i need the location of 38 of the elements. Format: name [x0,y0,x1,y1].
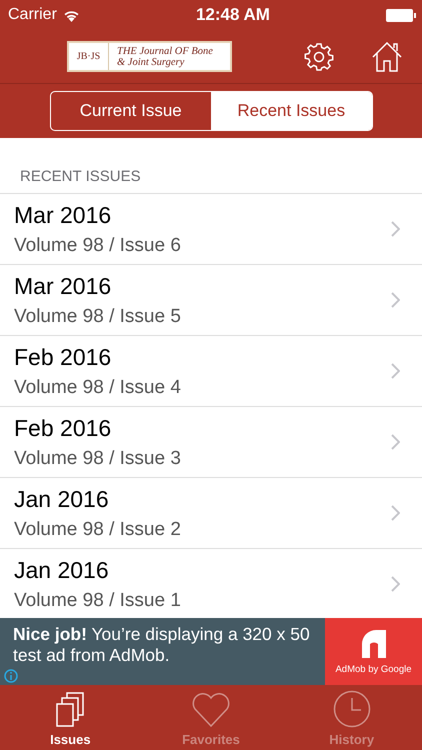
tab-bar-item[interactable]: Issues [0,685,141,750]
settings-icon[interactable] [304,42,334,72]
issue-volume[interactable]: Volume 98 / Issue 4 [14,376,391,398]
chevron-icon [391,221,400,237]
ad-banner[interactable]: Nice job! You’re displaying a 320 x 50 test ad from AdMob. AdMob by Google [0,618,422,685]
issue-date[interactable]: Jan 2016 [14,556,391,584]
heart-icon [191,692,231,728]
issue-date[interactable]: Mar 2016 [14,272,391,300]
issue-volume[interactable]: Volume 98 / Issue 3 [14,448,391,470]
clock-icon [332,690,371,728]
chevron-icon [391,363,400,379]
clock-time: 12:48 AM [196,5,270,25]
segment-tab[interactable]: Recent Issues [211,92,372,130]
issue-date[interactable]: Mar 2016 [14,202,391,228]
wifi-icon [62,8,80,22]
segment-tab[interactable]: Current Issue [50,92,211,130]
issue-volume[interactable]: Volume 98 / Issue 2 [14,518,391,540]
chevron-icon [391,434,400,450]
home-icon[interactable] [372,42,402,72]
info-icon[interactable] [4,669,18,683]
chevron-icon [391,505,400,521]
ad-message: Nice job! You’re displaying a 320 x 50 test ad from AdMob. [13,624,311,666]
chevron-icon [391,292,400,308]
issue-date[interactable]: Feb 2016 [14,414,391,442]
issue-date[interactable]: Feb 2016 [14,344,391,370]
issue-volume[interactable]: Volume 98 / Issue 5 [14,306,391,328]
logo-title: THE Journal OF Bone [117,46,213,56]
battery-icon [386,8,416,22]
issue-volume[interactable]: Volume 98 / Issue 6 [14,234,391,256]
issue-date[interactable]: Jan 2016 [14,486,391,512]
logo-mark: JB·JS [69,43,109,70]
carrier-name: Carrier [8,6,57,24]
issue-volume[interactable]: Volume 98 / Issue 1 [14,590,391,612]
section-heading: RECENT ISSUES [0,138,422,194]
chevron-icon [391,576,400,592]
pages-icon [55,692,86,728]
logo-title: & Joint Surgery [117,56,186,68]
ad-brand: AdMob by Google [335,664,412,675]
